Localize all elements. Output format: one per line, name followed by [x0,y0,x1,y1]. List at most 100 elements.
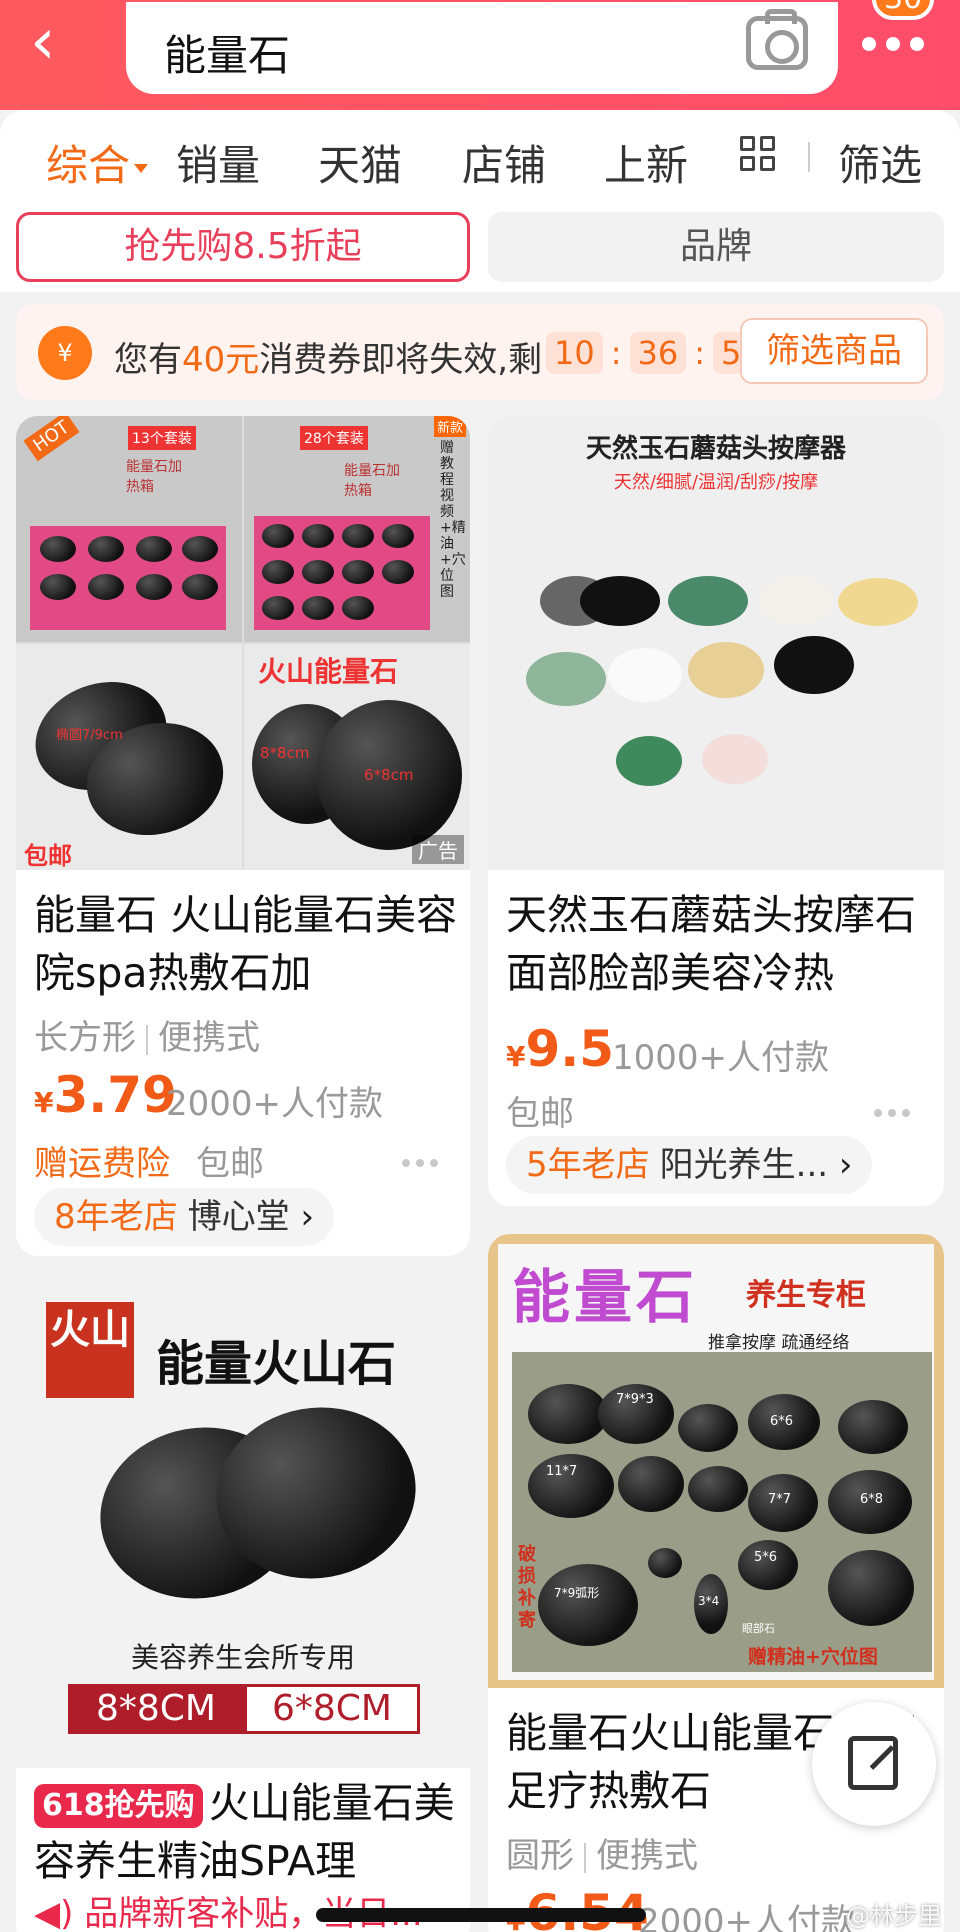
timer-sep: : [694,334,705,372]
image-text: 包邮 [24,842,72,870]
product-image[interactable]: 火山 能量火山石 美容养生会所专用 8*8CM 6*8CM [16,1288,470,1768]
size-label: 8*8CM [68,1684,244,1734]
tab-tmall[interactable]: 天猫 [318,132,402,193]
tab-new[interactable]: 上新 [604,132,688,193]
speaker-icon: ◀) [34,1894,74,1932]
image-text: 天然玉石蘑菇头按摩器 [585,434,846,464]
message-count-badge: 30 [872,0,935,20]
tab-filter[interactable]: 筛选 [838,132,922,193]
attr: 圆形 [506,1836,574,1876]
image-text: 能量火山石 [156,1336,397,1392]
shop-link[interactable]: 5年老店 阳光养生... › [506,1136,873,1194]
image-text: 3*4 [698,1594,720,1608]
shop-age: 5年老店 [526,1145,650,1185]
logo-seal: 火山 [46,1302,134,1398]
image-text: 赠教程视频+精油+穴位图 [440,440,466,600]
image-panel: 火山能量石 8*8cm 6*8cm 广告 [244,644,470,870]
product-card[interactable]: 天然玉石蘑菇头按摩器 天然/细腻/温润/刮痧/按摩 天然玉石蘑菇头按摩石面部脸部… [488,416,944,1206]
attr: 便携式 [596,1836,698,1876]
product-card[interactable]: HOT 13个套装 能量石加热箱 28个套装 能量石加热箱 新款 赠教程视频+精… [16,416,470,1256]
image-text: 眼部石 [742,1622,775,1635]
product-title[interactable]: 天然玉石蘑菇头按摩石面部脸部美容冷热 [506,886,944,1002]
coupon-icon: ¥ [38,326,92,380]
shop-name: 阳光养生... [659,1145,829,1185]
image-text: 椭圆7/9cm [56,728,123,743]
coupon-amount: 40元 [182,340,260,380]
flash-sale-chip[interactable]: 抢先购8.5折起 [16,212,470,282]
product-image[interactable]: 能量石 养生专柜 推拿按摩 疏通经络 7*9*3 6*6 11*7 7*7 6*… [488,1234,944,1688]
product-card[interactable]: 能量石 养生专柜 推拿按摩 疏通经络 7*9*3 6*6 11*7 7*7 6*… [488,1234,944,1932]
more-options-icon[interactable] [874,1102,924,1117]
search-query[interactable]: 能量石 [164,22,290,83]
coupon-suffix: 消费券即将失效,剩 [259,340,543,380]
home-indicator[interactable] [316,1908,646,1922]
edit-icon [848,1736,898,1790]
product-price: ¥9.5 [506,1020,614,1078]
image-text: 天然/细腻/温润/刮痧/按摩 [613,472,819,493]
image-text: 5*6 [754,1550,778,1565]
shipping-insurance-tag: 赠运费险 [34,1144,170,1184]
image-text: 13个套装 [128,426,196,450]
product-image[interactable]: 天然玉石蘑菇头按摩器 天然/细腻/温润/刮痧/按摩 [488,416,944,870]
hot-ribbon: HOT [23,416,80,462]
grid-view-icon[interactable] [740,136,778,174]
image-text: 6*8cm [364,766,414,784]
search-header: ‹ 能量石 30 [0,0,960,110]
brand-chip[interactable]: 品牌 [488,212,944,282]
watermark: @林步里 [846,1902,942,1930]
image-text: 能量石加热箱 [126,459,182,495]
product-card[interactable]: 火山 能量火山石 美容养生会所专用 8*8CM 6*8CM 618抢先购 火山能量… [16,1288,470,1932]
image-text: 6*6 [770,1414,794,1429]
image-text: 7*7 [768,1492,792,1507]
image-text: 能量石加热箱 [344,463,400,499]
image-text: 养生专柜 [746,1278,866,1313]
tab-sales[interactable]: 销量 [176,132,260,193]
image-text: 破损补寄 [518,1544,536,1631]
tab-comprehensive[interactable]: 综合 [46,132,149,193]
price-value: 3.79 [53,1066,177,1124]
image-text: 赠精油+穴位图 [748,1646,878,1668]
coupon-message: 您有40元消费券即将失效,剩 [114,332,542,381]
free-shipping: 包邮 [506,1094,574,1134]
image-panel: 椭圆7/9cm 包邮 [16,644,242,870]
attr: 便携式 [158,1018,260,1058]
more-icon[interactable] [862,36,942,56]
divider [808,142,810,172]
image-text: 7*9*3 [616,1392,654,1407]
product-title[interactable]: 能量石 火山能量石美容院spa热敷石加 [34,886,470,1002]
timer-sep: : [610,334,622,372]
image-text: 6*8 [860,1492,884,1507]
product-price: ¥3.79 [34,1066,177,1124]
currency: ¥ [34,1086,54,1119]
product-image[interactable]: HOT 13个套装 能量石加热箱 28个套装 能量石加热箱 新款 赠教程视频+精… [16,416,470,870]
product-title[interactable]: 618抢先购 火山能量石美容养生精油SPA理 [34,1774,470,1890]
timer-minutes: 36 [629,332,687,374]
product-attrs: 圆形 便携式 [506,1828,698,1877]
shop-name: 博心堂 [187,1197,290,1237]
product-attrs: 长方形 便携式 [34,1010,260,1059]
currency: ¥ [506,1040,526,1073]
caret-down-icon [134,164,149,173]
camera-icon[interactable] [746,9,808,70]
more-options-icon[interactable] [402,1152,452,1167]
filter-products-button[interactable]: 筛选商品 [740,318,928,384]
shop-link[interactable]: 8年老店 博心堂 › [34,1188,335,1246]
image-text: 推拿按摩 疏通经络 [708,1333,850,1353]
tab-shops[interactable]: 店铺 [462,132,546,193]
promo-badge: 618抢先购 [34,1784,203,1828]
edit-fab-button[interactable] [812,1702,936,1826]
sort-tabs: 综合 销量 天猫 店铺 上新 筛选 [0,110,960,200]
timer-hours: 10 [546,332,603,374]
image-text: 火山能量石 [258,655,399,688]
ad-label: 广告 [412,835,464,864]
image-panel: 28个套装 能量石加热箱 新款 赠教程视频+精油+穴位图 [244,416,470,642]
coupon-prefix: 您有 [114,340,182,380]
price-value: 9.5 [525,1020,615,1078]
filter-chips: 抢先购8.5折起 品牌 [0,200,960,292]
image-text: 28个套装 [300,426,368,450]
back-icon[interactable]: ‹ [30,10,90,74]
sold-count: 2000+人付款 [166,1084,384,1124]
search-input[interactable]: 能量石 [126,2,838,94]
image-text: 新款 [434,416,467,437]
chevron-right-icon: › [828,1145,853,1185]
